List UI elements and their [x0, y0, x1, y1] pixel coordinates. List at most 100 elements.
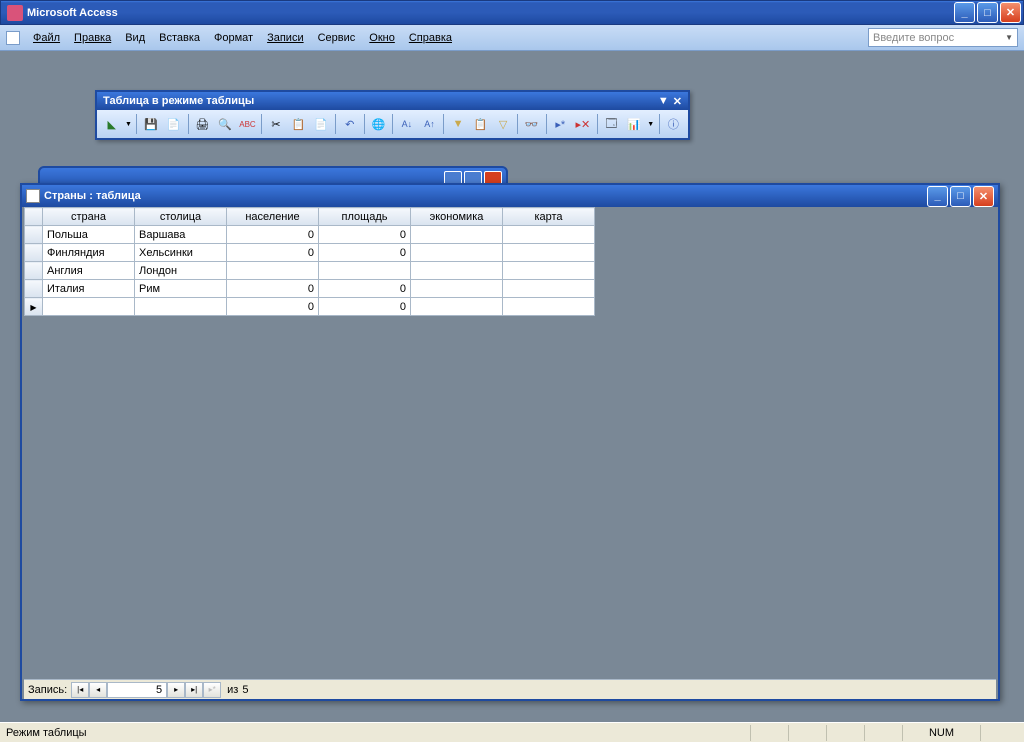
cell[interactable]: Италия — [43, 280, 135, 298]
last-record-button[interactable]: ▸| — [185, 682, 203, 698]
cell[interactable] — [411, 226, 503, 244]
print-button[interactable]: 🖨 — [192, 113, 214, 135]
cell[interactable] — [227, 262, 319, 280]
data-grid[interactable]: страна столица население площадь экономи… — [24, 207, 595, 316]
cell[interactable]: 0 — [319, 298, 411, 316]
cell[interactable]: Рим — [135, 280, 227, 298]
help-search-box[interactable]: Введите вопрос ▼ — [868, 28, 1018, 47]
new-record-row[interactable]: 0 0 — [25, 298, 595, 316]
ds-maximize-button[interactable]: □ — [950, 186, 971, 207]
cell[interactable] — [411, 298, 503, 316]
cell[interactable] — [503, 226, 595, 244]
menu-insert[interactable]: Вставка — [152, 29, 207, 47]
menu-service[interactable]: Сервис — [311, 29, 363, 47]
cell[interactable]: Финляндия — [43, 244, 135, 262]
undo-button[interactable]: ↶ — [339, 113, 361, 135]
help-button[interactable]: ⓘ — [663, 113, 685, 135]
table-row[interactable]: Италия Рим 0 0 — [25, 280, 595, 298]
view-dropdown-icon[interactable]: ▼ — [124, 113, 134, 135]
filter-form-button[interactable]: 📋 — [470, 113, 492, 135]
cell[interactable] — [503, 280, 595, 298]
row-selector[interactable] — [25, 262, 43, 280]
maximize-button[interactable]: □ — [977, 2, 998, 23]
ds-minimize-button[interactable]: _ — [927, 186, 948, 207]
cell[interactable]: 0 — [227, 244, 319, 262]
cell[interactable]: 0 — [319, 280, 411, 298]
first-record-button[interactable]: |◂ — [71, 682, 89, 698]
minimize-button[interactable]: _ — [954, 2, 975, 23]
find-button[interactable]: 👓 — [521, 113, 543, 135]
col-header-map[interactable]: карта — [503, 208, 595, 226]
help-dropdown-icon[interactable]: ▼ — [1005, 33, 1013, 42]
toolbar-titlebar[interactable]: Таблица в режиме таблицы ▼ ✕ — [97, 92, 688, 110]
view-button[interactable]: ◣ — [101, 113, 123, 135]
datasheet-titlebar[interactable]: Страны : таблица _ □ ✕ — [22, 185, 998, 207]
col-header-area[interactable]: площадь — [319, 208, 411, 226]
cell[interactable] — [411, 280, 503, 298]
row-selector[interactable] — [25, 280, 43, 298]
new-object-button[interactable]: 📊 — [623, 113, 645, 135]
new-object-dropdown-icon[interactable]: ▼ — [646, 113, 656, 135]
cell[interactable] — [503, 262, 595, 280]
row-selector[interactable] — [25, 244, 43, 262]
cell[interactable] — [503, 298, 595, 316]
close-button[interactable]: ✕ — [1000, 2, 1021, 23]
cell[interactable] — [411, 244, 503, 262]
cell[interactable]: 0 — [319, 226, 411, 244]
col-header-economy[interactable]: экономика — [411, 208, 503, 226]
menu-control-icon[interactable] — [6, 31, 20, 45]
spellcheck-button[interactable]: ABC — [237, 113, 259, 135]
cell[interactable] — [503, 244, 595, 262]
select-all-cell[interactable] — [25, 208, 43, 226]
record-number-input[interactable]: 5 — [107, 682, 167, 698]
menu-file[interactable]: Файл — [26, 29, 67, 47]
ds-close-button[interactable]: ✕ — [973, 186, 994, 207]
cell[interactable]: 0 — [227, 298, 319, 316]
menu-view[interactable]: Вид — [118, 29, 152, 47]
new-record-button[interactable]: ▸* — [550, 113, 572, 135]
apply-filter-button[interactable]: ▽ — [492, 113, 514, 135]
filter-selection-button[interactable]: ▼ — [447, 113, 469, 135]
menu-format[interactable]: Формат — [207, 29, 260, 47]
sort-asc-button[interactable]: A↓ — [396, 113, 418, 135]
cell[interactable] — [43, 298, 135, 316]
menu-edit[interactable]: Правка — [67, 29, 118, 47]
next-record-button[interactable]: ▸ — [167, 682, 185, 698]
paste-button[interactable]: 📄 — [310, 113, 332, 135]
cell[interactable] — [411, 262, 503, 280]
col-header-capital[interactable]: столица — [135, 208, 227, 226]
new-record-nav-button[interactable]: ▸* — [203, 682, 221, 698]
hyperlink-button[interactable]: 🌐 — [368, 113, 390, 135]
table-row[interactable]: Финляндия Хельсинки 0 0 — [25, 244, 595, 262]
cut-button[interactable]: ✂ — [265, 113, 287, 135]
col-header-population[interactable]: население — [227, 208, 319, 226]
cell[interactable]: Англия — [43, 262, 135, 280]
table-row[interactable]: Польша Варшава 0 0 — [25, 226, 595, 244]
cell[interactable] — [135, 298, 227, 316]
cell[interactable]: Польша — [43, 226, 135, 244]
col-header-country[interactable]: страна — [43, 208, 135, 226]
cell[interactable]: Варшава — [135, 226, 227, 244]
cell[interactable]: Лондон — [135, 262, 227, 280]
toolbar-close-icon[interactable]: ✕ — [673, 95, 682, 108]
row-selector[interactable] — [25, 226, 43, 244]
copy-button[interactable]: 📋 — [288, 113, 310, 135]
database-window-button[interactable]: 🗔 — [601, 113, 623, 135]
current-row-indicator[interactable] — [25, 298, 43, 316]
sort-desc-button[interactable]: A↑ — [419, 113, 441, 135]
print-preview-button[interactable]: 🔍 — [214, 113, 236, 135]
prev-record-button[interactable]: ◂ — [89, 682, 107, 698]
toolbar-options-icon[interactable]: ▼ — [658, 95, 669, 108]
cell[interactable]: 0 — [319, 244, 411, 262]
cell[interactable]: 0 — [227, 226, 319, 244]
menu-help[interactable]: Справка — [402, 29, 459, 47]
export-button[interactable]: 📄 — [163, 113, 185, 135]
menu-window[interactable]: Окно — [362, 29, 402, 47]
cell[interactable] — [319, 262, 411, 280]
save-button[interactable]: 💾 — [140, 113, 162, 135]
delete-record-button[interactable]: ▸✕ — [572, 113, 594, 135]
cell[interactable]: 0 — [227, 280, 319, 298]
menu-records[interactable]: Записи — [260, 29, 311, 47]
table-row[interactable]: Англия Лондон — [25, 262, 595, 280]
cell[interactable]: Хельсинки — [135, 244, 227, 262]
